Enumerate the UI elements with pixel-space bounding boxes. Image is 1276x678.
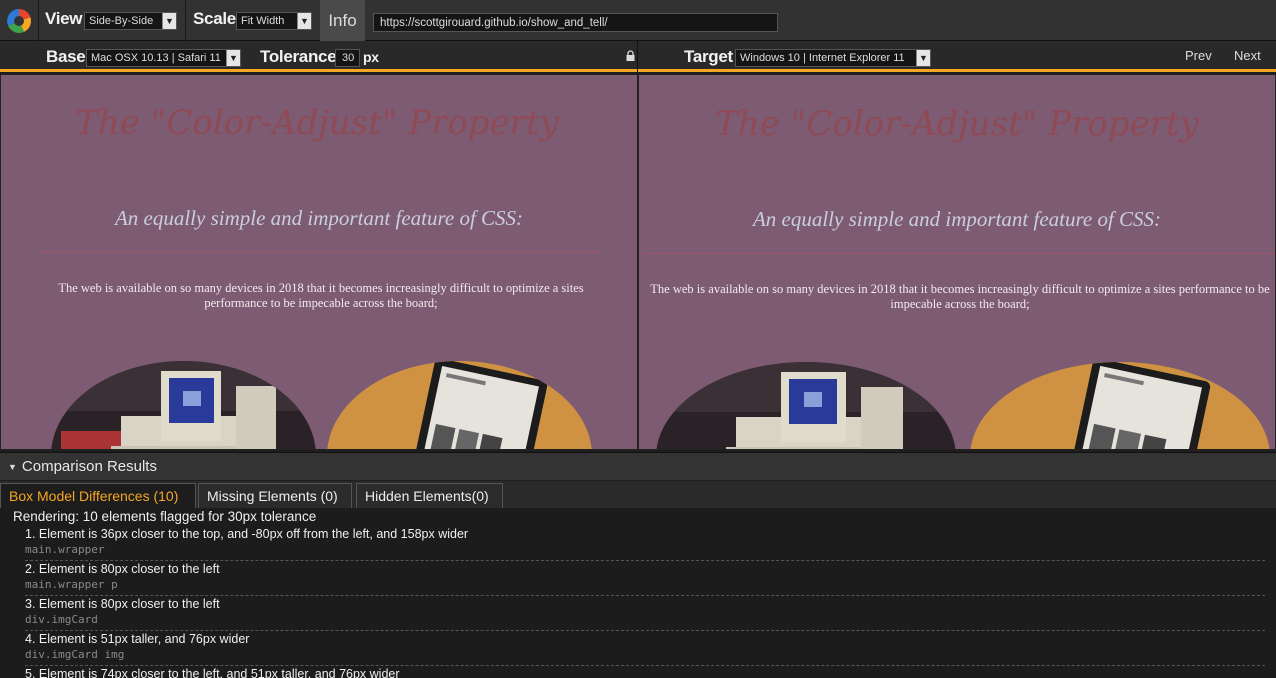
tablet-image: [327, 361, 592, 449]
divider-line: [41, 252, 598, 253]
page-subheading: An equally simple and important feature …: [114, 206, 524, 230]
next-button[interactable]: Next: [1234, 48, 1261, 63]
prev-button[interactable]: Prev: [1185, 48, 1212, 63]
results-title: Comparison Results: [21, 458, 157, 475]
image-card-tablet: [327, 361, 592, 449]
app-logo-icon: [7, 9, 31, 33]
base-select-value: Mac OSX 10.13 | Safari 11: [91, 52, 221, 64]
target-screenshot-pane[interactable]: The "Color-Adjust" Property An equally s…: [638, 74, 1276, 450]
image-card-computer: [656, 362, 956, 449]
result-description: 3. Element is 80px closer to the left: [25, 597, 220, 611]
result-description: 5. Element is 74px closer to the left, a…: [25, 667, 400, 678]
result-selector: div.imgCard img: [25, 648, 125, 661]
tablet-image: [970, 362, 1270, 449]
scale-label: Scale: [193, 9, 236, 28]
caret-down-icon: ▼: [8, 461, 17, 472]
target-select-value: Windows 10 | Internet Explorer 11: [740, 52, 905, 64]
comparison-results-header[interactable]: ▼ Comparison Results: [0, 452, 1276, 480]
scale-select-value: Fit Width: [241, 15, 285, 27]
info-button[interactable]: Info: [320, 0, 365, 41]
results-tabs: Box Model Differences (10) Missing Eleme…: [0, 481, 1276, 508]
chevron-down-icon: ▼: [916, 50, 930, 66]
results-list: Rendering: 10 elements flagged for 30px …: [0, 508, 1276, 678]
result-selector: main.wrapper: [25, 543, 105, 556]
pane-divider: [637, 41, 638, 72]
top-toolbar: View Side-By-Side ▼ Scale Fit Width ▼ In…: [0, 0, 1276, 41]
image-card-tablet: [970, 362, 1270, 449]
view-select-value: Side-By-Side: [89, 15, 154, 27]
tab-missing-elements[interactable]: Missing Elements (0): [198, 483, 352, 508]
tolerance-value: 30: [342, 52, 355, 64]
result-selector: div.imgCard: [25, 613, 98, 626]
result-description: 4. Element is 51px taller, and 76px wide…: [25, 632, 250, 646]
base-browser-select[interactable]: Mac OSX 10.13 | Safari 11 ▼: [86, 49, 241, 67]
result-item[interactable]: 2. Element is 80px closer to the left ma…: [25, 561, 1265, 596]
base-label: Base: [46, 47, 86, 66]
rendering-summary: Rendering: 10 elements flagged for 30px …: [13, 509, 317, 524]
result-description: 2. Element is 80px closer to the left: [25, 562, 220, 576]
page-subheading: An equally simple and important feature …: [752, 207, 1162, 231]
view-label: View: [45, 9, 83, 28]
scale-select[interactable]: Fit Width ▼: [236, 12, 312, 30]
image-card-computer: [51, 361, 316, 449]
lock-icon[interactable]: [626, 50, 635, 61]
view-select[interactable]: Side-By-Side ▼: [84, 12, 177, 30]
tab-hidden-elements[interactable]: Hidden Elements(0): [356, 483, 503, 508]
chevron-down-icon: ▼: [162, 13, 176, 29]
target-label: Target: [684, 47, 733, 66]
result-description: 1. Element is 36px closer to the top, an…: [25, 527, 469, 541]
page-heading: The "Color-Adjust" Property: [75, 103, 559, 143]
page-paragraph: The web is available on so many devices …: [650, 282, 1270, 311]
target-browser-select[interactable]: Windows 10 | Internet Explorer 11 ▼: [735, 49, 931, 67]
vintage-computer-image: [51, 361, 316, 449]
vintage-computer-image: [656, 362, 956, 449]
toolbar-divider: [38, 0, 39, 41]
result-item[interactable]: 4. Element is 51px taller, and 76px wide…: [25, 631, 1265, 666]
compare-bar: Base Mac OSX 10.13 | Safari 11 ▼ Toleran…: [0, 41, 1276, 72]
result-item[interactable]: 3. Element is 80px closer to the left di…: [25, 596, 1265, 631]
chevron-down-icon: ▼: [226, 50, 240, 66]
tolerance-unit: px: [363, 49, 379, 65]
chevron-down-icon: ▼: [297, 13, 311, 29]
url-input[interactable]: [373, 13, 778, 32]
page-heading: The "Color-Adjust" Property: [715, 104, 1199, 144]
result-item[interactable]: 5. Element is 74px closer to the left, a…: [25, 666, 1265, 678]
result-item[interactable]: 1. Element is 36px closer to the top, an…: [25, 526, 1265, 561]
base-screenshot-pane[interactable]: The "Color-Adjust" Property An equally s…: [0, 74, 638, 450]
tolerance-input[interactable]: 30: [335, 49, 360, 67]
page-paragraph: The web is available on so many devices …: [58, 281, 584, 310]
result-selector: main.wrapper p: [25, 578, 118, 591]
tab-box-model-differences[interactable]: Box Model Differences (10): [0, 483, 196, 508]
toolbar-divider: [185, 0, 186, 41]
divider-line: [643, 253, 1275, 254]
tolerance-label: Tolerance: [260, 47, 337, 66]
